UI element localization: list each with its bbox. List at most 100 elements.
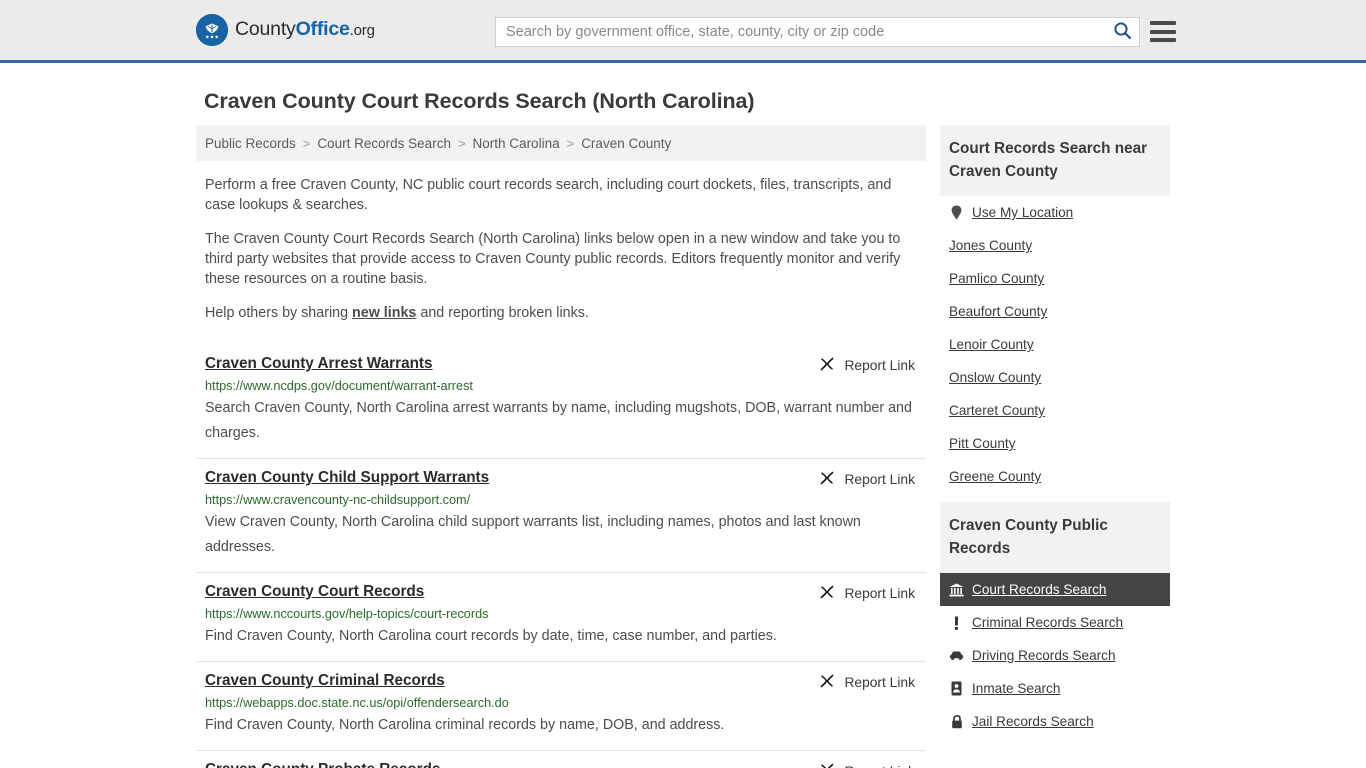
list-item: Onslow County [940, 361, 1170, 394]
sidebar-item-pitt-county[interactable]: Pitt County [940, 427, 1170, 460]
intro-paragraph-3: Help others by sharing new links and rep… [205, 303, 917, 323]
list-item: Pamlico County [940, 262, 1170, 295]
hamburger-bar [1150, 38, 1176, 42]
new-links-link[interactable]: new links [352, 305, 416, 321]
sidebar-item-label: Driving Records Search [972, 648, 1116, 663]
sidebar-item-label: Pamlico County [949, 271, 1045, 286]
report-link-button[interactable]: Report Link [819, 584, 915, 603]
report-link-label: Report Link [844, 358, 915, 373]
id-badge-icon [949, 681, 964, 696]
sidebar-item-label: Lenoir County [949, 337, 1034, 352]
sidebar-item-label: Jones County [949, 238, 1033, 253]
report-link-label: Report Link [844, 586, 915, 601]
report-link-label: Report Link [844, 472, 915, 487]
result-description: View Craven County, North Carolina child… [205, 514, 861, 555]
sidebar-item-label: Carteret County [949, 403, 1045, 418]
list-item: Beaufort County [940, 295, 1170, 328]
hamburger-bar [1150, 29, 1176, 34]
sidebar-item-inmate-search[interactable]: Inmate Search [940, 672, 1170, 705]
list-item: Use My Location [940, 196, 1170, 229]
sidebar-item-label: Pitt County [949, 436, 1016, 451]
sidebar-item-pamlico-county[interactable]: Pamlico County [940, 262, 1170, 295]
result-item: Craven County Probate Records Report Lin… [196, 750, 926, 768]
result-title-link[interactable]: Craven County Court Records [205, 583, 424, 601]
breadcrumb-separator: > [302, 135, 311, 151]
sidebar-item-greene-county[interactable]: Greene County [940, 460, 1170, 493]
broken-link-icon [819, 673, 835, 692]
sidebar-heading-public-records: Craven County Public Records [940, 502, 1170, 573]
report-link-button[interactable]: Report Link [819, 762, 915, 768]
eagle-stars-logo-icon [196, 14, 228, 46]
result-description: Find Craven County, North Carolina crimi… [205, 717, 725, 733]
result-title-link[interactable]: Craven County Arrest Warrants [205, 355, 433, 373]
intro-p3-before: Help others by sharing [205, 305, 353, 321]
sidebar-heading-nearby: Court Records Search near Craven County [940, 125, 1170, 196]
sidebar-item-driving-records-search[interactable]: Driving Records Search [940, 639, 1170, 672]
breadcrumb-item-public-records[interactable]: Public Records [205, 136, 296, 151]
broken-link-icon [819, 584, 835, 603]
result-item: Craven County Criminal Records Report Li… [196, 661, 926, 750]
sidebar-item-jail-records-search[interactable]: Jail Records Search [940, 705, 1170, 738]
sidebar-item-label: Inmate Search [972, 681, 1061, 696]
sidebar-item-label: Use My Location [972, 205, 1074, 220]
sidebar-item-jones-county[interactable]: Jones County [940, 229, 1170, 262]
report-link-label: Report Link [844, 764, 915, 768]
exclamation-icon [949, 615, 964, 630]
result-url[interactable]: https://www.nccourts.gov/help-topics/cou… [205, 607, 926, 621]
logo-text-county: County [235, 18, 296, 41]
result-url[interactable]: https://www.ncdps.gov/document/warrant-a… [205, 379, 926, 393]
main-content: Public Records > Court Records Search > … [196, 125, 926, 768]
broken-link-icon [819, 470, 835, 489]
result-description: Search Craven County, North Carolina arr… [205, 400, 912, 441]
logo-text-org: .org [349, 22, 375, 40]
sidebar-item-label: Beaufort County [949, 304, 1048, 319]
result-url[interactable]: https://www.cravencounty-nc-childsupport… [205, 493, 926, 507]
sidebar-item-court-records-search[interactable]: Court Records Search [940, 573, 1170, 606]
breadcrumb-item-craven-county[interactable]: Craven County [581, 136, 671, 151]
sidebar-item-criminal-records-search[interactable]: Criminal Records Search [940, 606, 1170, 639]
search-button[interactable] [1105, 18, 1139, 46]
sidebar-item-label: Greene County [949, 469, 1042, 484]
list-item: Jones County [940, 229, 1170, 262]
search-bar [495, 17, 1140, 47]
list-item: Greene County [940, 460, 1170, 493]
sidebar-item-carteret-county[interactable]: Carteret County [940, 394, 1170, 427]
list-item: Driving Records Search [940, 639, 1170, 672]
result-url[interactable]: https://webapps.doc.state.nc.us/opi/offe… [205, 696, 926, 710]
list-item: Pitt County [940, 427, 1170, 460]
intro-paragraph-1: Perform a free Craven County, NC public … [205, 177, 892, 213]
report-link-button[interactable]: Report Link [819, 356, 915, 375]
courthouse-icon [949, 582, 964, 597]
sidebar: Court Records Search near Craven County … [940, 125, 1170, 738]
list-item: Jail Records Search [940, 705, 1170, 738]
hamburger-menu-icon[interactable] [1150, 20, 1176, 43]
sidebar-item-use-my-location[interactable]: Use My Location [940, 196, 1170, 229]
breadcrumb-item-north-carolina[interactable]: North Carolina [473, 136, 560, 151]
sidebar-public-records-list: Court Records Search Criminal Records Se… [940, 573, 1170, 738]
result-item: Craven County Arrest Warrants Report Lin… [196, 345, 926, 458]
breadcrumb-separator: > [566, 135, 575, 151]
sidebar-item-beaufort-county[interactable]: Beaufort County [940, 295, 1170, 328]
sidebar-item-lenoir-county[interactable]: Lenoir County [940, 328, 1170, 361]
report-link-button[interactable]: Report Link [819, 470, 915, 489]
report-link-label: Report Link [844, 675, 915, 690]
search-input[interactable] [496, 18, 1105, 46]
report-link-button[interactable]: Report Link [819, 673, 915, 692]
lock-icon [949, 714, 964, 729]
result-title-link[interactable]: Craven County Probate Records [205, 761, 440, 768]
sidebar-item-onslow-county[interactable]: Onslow County [940, 361, 1170, 394]
intro-paragraph-2: The Craven County Court Records Search (… [205, 231, 901, 287]
list-item: Inmate Search [940, 672, 1170, 705]
sidebar-item-label: Court Records Search [972, 582, 1107, 597]
site-header: CountyOffice.org [0, 0, 1366, 63]
result-title-link[interactable]: Craven County Criminal Records [205, 672, 445, 690]
page-title: Craven County Court Records Search (Nort… [204, 89, 755, 113]
list-item: Carteret County [940, 394, 1170, 427]
result-title-link[interactable]: Craven County Child Support Warrants [205, 469, 489, 487]
breadcrumb: Public Records > Court Records Search > … [196, 125, 926, 161]
breadcrumb-item-court-records-search[interactable]: Court Records Search [317, 136, 451, 151]
list-item: Court Records Search [940, 573, 1170, 606]
sidebar-item-label: Onslow County [949, 370, 1042, 385]
search-icon [1113, 21, 1132, 43]
site-logo[interactable]: CountyOffice.org [196, 14, 375, 46]
